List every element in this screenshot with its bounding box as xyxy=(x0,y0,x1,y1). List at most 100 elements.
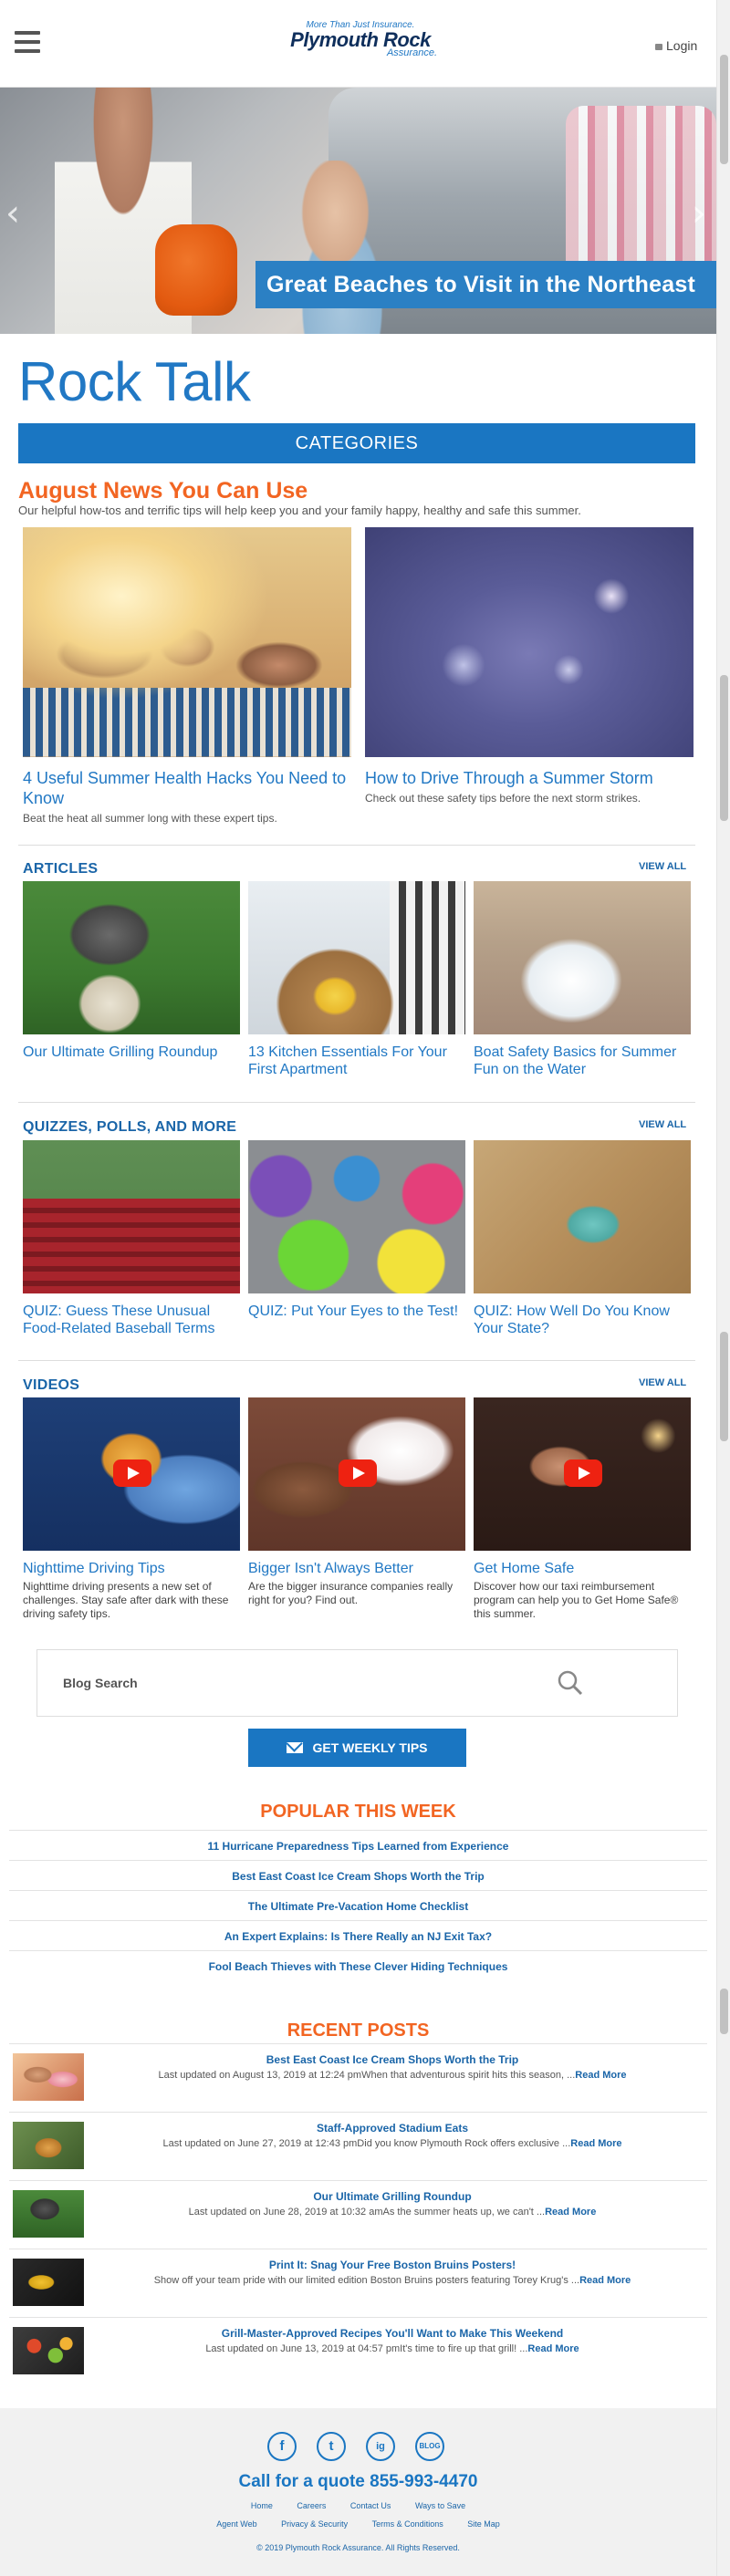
hero-carousel[interactable]: ‹ › Great Beaches to Visit in the Northe… xyxy=(0,88,716,334)
popular-item[interactable]: The Ultimate Pre-Vacation Home Checklist xyxy=(9,1890,707,1920)
play-icon[interactable] xyxy=(113,1459,151,1487)
login-link[interactable]: Login xyxy=(655,38,697,53)
video-title[interactable]: Get Home Safe xyxy=(474,1560,691,1577)
play-icon[interactable] xyxy=(564,1459,602,1487)
post-title[interactable]: Grill-Master-Approved Recipes You'll Wan… xyxy=(91,2327,694,2340)
footer-link-agent-web[interactable]: Agent Web xyxy=(216,2519,256,2529)
post-thumbnail[interactable] xyxy=(13,2327,84,2374)
scrollbar-thumb[interactable] xyxy=(720,55,728,164)
night-driving-video-thumbnail[interactable] xyxy=(23,1397,240,1551)
video-card[interactable]: Nighttime Driving Tips Nighttime driving… xyxy=(23,1397,240,1621)
read-more-link[interactable]: Read More xyxy=(545,2207,596,2218)
recent-post[interactable]: Grill-Master-Approved Recipes You'll Wan… xyxy=(9,2317,707,2385)
get-home-safe-video-thumbnail[interactable] xyxy=(474,1397,691,1551)
recent-post[interactable]: Our Ultimate Grilling Roundup Last updat… xyxy=(9,2180,707,2249)
post-title[interactable]: Our Ultimate Grilling Roundup xyxy=(91,2190,694,2203)
popular-item[interactable]: Fool Beach Thieves with These Clever Hid… xyxy=(9,1950,707,1980)
footer-link-home[interactable]: Home xyxy=(251,2501,273,2510)
videos-heading: VIDEOS xyxy=(23,1377,80,1393)
footer-link-terms[interactable]: Terms & Conditions xyxy=(372,2519,443,2529)
popular-item[interactable]: An Expert Explains: Is There Really an N… xyxy=(9,1920,707,1950)
call-for-quote: Call for a quote 855-993-4470 xyxy=(0,2472,716,2492)
section-divider xyxy=(18,845,695,846)
stadium-seats-image[interactable] xyxy=(23,1140,240,1293)
storm-driving-image[interactable] xyxy=(365,527,694,757)
phone-link[interactable]: 855-993-4470 xyxy=(370,2472,477,2491)
videos-view-all-link[interactable]: VIEW ALL xyxy=(639,1377,686,1388)
scrollbar-thumb[interactable] xyxy=(720,1989,728,2034)
footer-link-privacy[interactable]: Privacy & Security xyxy=(281,2519,348,2529)
twitter-icon[interactable]: t xyxy=(317,2432,346,2461)
article-card[interactable]: Our Ultimate Grilling Roundup xyxy=(23,881,240,1061)
feature-card[interactable]: 4 Useful Summer Health Hacks You Need to… xyxy=(23,527,351,825)
footer-links-row-1: Home Careers Contact Us Ways to Save xyxy=(0,2501,716,2510)
cards-video-thumbnail[interactable] xyxy=(248,1397,465,1551)
paint-cans-image[interactable] xyxy=(248,1140,465,1293)
read-more-link[interactable]: Read More xyxy=(575,2070,626,2081)
carousel-next-arrow-icon[interactable]: › xyxy=(692,192,706,234)
instagram-icon[interactable]: ig xyxy=(366,2432,395,2461)
feature-card[interactable]: How to Drive Through a Summer Storm Chec… xyxy=(365,527,694,805)
post-thumbnail[interactable] xyxy=(13,2053,84,2101)
article-card[interactable]: Boat Safety Basics for Summer Fun on the… xyxy=(474,881,691,1078)
post-thumbnail[interactable] xyxy=(13,2259,84,2306)
feature-title[interactable]: How to Drive Through a Summer Storm xyxy=(365,768,694,788)
blog-icon[interactable]: BLOG xyxy=(415,2432,444,2461)
grilling-image[interactable] xyxy=(23,881,240,1034)
post-thumbnail[interactable] xyxy=(13,2190,84,2238)
facebook-icon[interactable]: f xyxy=(267,2432,297,2461)
popular-item[interactable]: 11 Hurricane Preparedness Tips Learned f… xyxy=(9,1830,707,1860)
post-title[interactable]: Print It: Snag Your Free Boston Bruins P… xyxy=(91,2259,694,2271)
quiz-title[interactable]: QUIZ: How Well Do You Know Your State? xyxy=(474,1303,691,1337)
post-title[interactable]: Best East Coast Ice Cream Shops Worth th… xyxy=(91,2053,694,2066)
read-more-link[interactable]: Read More xyxy=(570,2138,621,2149)
video-title[interactable]: Bigger Isn't Always Better xyxy=(248,1560,465,1577)
video-title[interactable]: Nighttime Driving Tips xyxy=(23,1560,240,1577)
search-icon[interactable] xyxy=(558,1670,583,1696)
recent-post[interactable]: Staff-Approved Stadium Eats Last updated… xyxy=(9,2112,707,2180)
footer-link-site-map[interactable]: Site Map xyxy=(467,2519,500,2529)
articles-heading: ARTICLES xyxy=(23,861,99,877)
page-scrollbar[interactable] xyxy=(716,0,730,2576)
read-more-link[interactable]: Read More xyxy=(527,2343,579,2354)
footer-link-careers[interactable]: Careers xyxy=(297,2501,326,2510)
article-title[interactable]: Our Ultimate Grilling Roundup xyxy=(23,1044,240,1061)
get-weekly-tips-button[interactable]: GET WEEKLY TIPS xyxy=(248,1729,466,1767)
play-icon[interactable] xyxy=(339,1459,377,1487)
post-meta: Show off your team pride with our limite… xyxy=(153,2275,631,2286)
recent-post[interactable]: Best East Coast Ice Cream Shops Worth th… xyxy=(9,2043,707,2112)
article-title[interactable]: Boat Safety Basics for Summer Fun on the… xyxy=(474,1044,691,1078)
hero-caption[interactable]: Great Beaches to Visit in the Northeast xyxy=(256,261,716,308)
scrollbar-thumb[interactable] xyxy=(720,1332,728,1441)
video-card[interactable]: Get Home Safe Discover how our taxi reim… xyxy=(474,1397,691,1621)
quiz-card[interactable]: QUIZ: Put Your Eyes to the Test! xyxy=(248,1140,465,1320)
quiz-title[interactable]: QUIZ: Guess These Unusual Food-Related B… xyxy=(23,1303,240,1337)
kitchen-image[interactable] xyxy=(248,881,465,1034)
read-more-link[interactable]: Read More xyxy=(579,2275,631,2286)
popular-item[interactable]: Best East Coast Ice Cream Shops Worth th… xyxy=(9,1860,707,1890)
footer-link-contact[interactable]: Contact Us xyxy=(350,2501,391,2510)
carousel-prev-arrow-icon[interactable]: ‹ xyxy=(5,192,20,234)
video-card[interactable]: Bigger Isn't Always Better Are the bigge… xyxy=(248,1397,465,1607)
blog-search-input[interactable]: Blog Search xyxy=(36,1649,678,1717)
article-card[interactable]: 13 Kitchen Essentials For Your First Apa… xyxy=(248,881,465,1078)
boat-image[interactable] xyxy=(474,881,691,1034)
article-title[interactable]: 13 Kitchen Essentials For Your First Apa… xyxy=(248,1044,465,1078)
quiz-card[interactable]: QUIZ: How Well Do You Know Your State? xyxy=(474,1140,691,1337)
post-thumbnail[interactable] xyxy=(13,2122,84,2169)
post-title[interactable]: Staff-Approved Stadium Eats xyxy=(91,2122,694,2135)
articles-view-all-link[interactable]: VIEW ALL xyxy=(639,861,686,872)
beach-family-image[interactable] xyxy=(23,527,351,757)
feature-title[interactable]: 4 Useful Summer Health Hacks You Need to… xyxy=(23,768,351,808)
august-subtitle: Our helpful how-tos and terrific tips wi… xyxy=(18,504,581,517)
categories-button[interactable]: CATEGORIES xyxy=(18,423,695,463)
recent-post[interactable]: Print It: Snag Your Free Boston Bruins P… xyxy=(9,2249,707,2317)
scrollbar-thumb[interactable] xyxy=(720,675,728,821)
quiz-card[interactable]: QUIZ: Guess These Unusual Food-Related B… xyxy=(23,1140,240,1337)
footer-link-ways-to-save[interactable]: Ways to Save xyxy=(415,2501,465,2510)
hamburger-menu-icon[interactable] xyxy=(15,31,40,53)
map-car-image[interactable] xyxy=(474,1140,691,1293)
plymouth-rock-logo[interactable]: More Than Just Insurance. Plymouth Rock … xyxy=(278,20,443,58)
quizzes-view-all-link[interactable]: VIEW ALL xyxy=(639,1119,686,1130)
quiz-title[interactable]: QUIZ: Put Your Eyes to the Test! xyxy=(248,1303,465,1320)
